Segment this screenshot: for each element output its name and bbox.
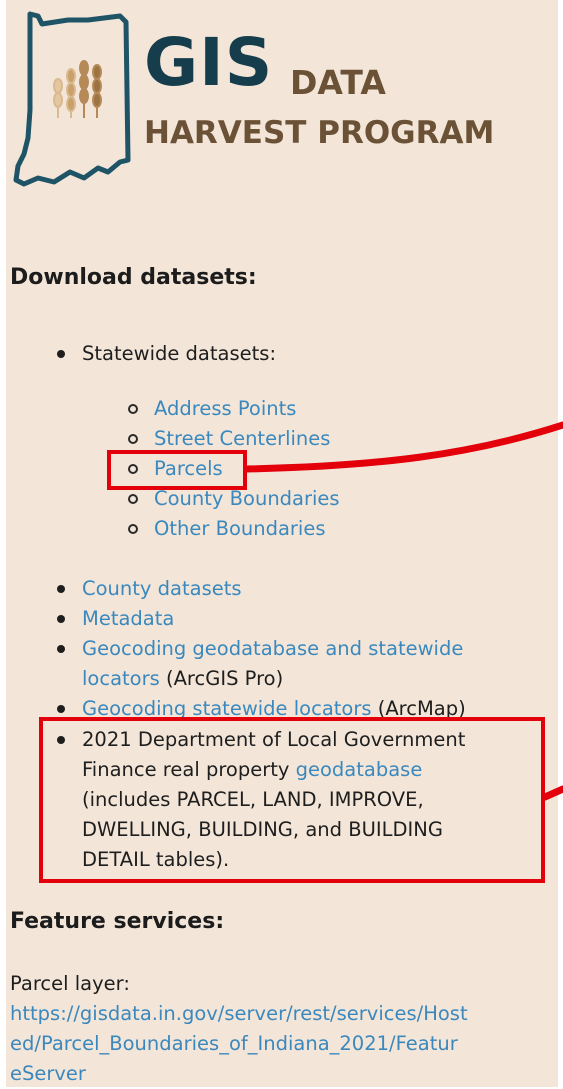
annotation-arrows (243, 421, 563, 801)
dlgf-pointer-line (541, 785, 563, 801)
parcels-pointer-line (243, 421, 563, 473)
